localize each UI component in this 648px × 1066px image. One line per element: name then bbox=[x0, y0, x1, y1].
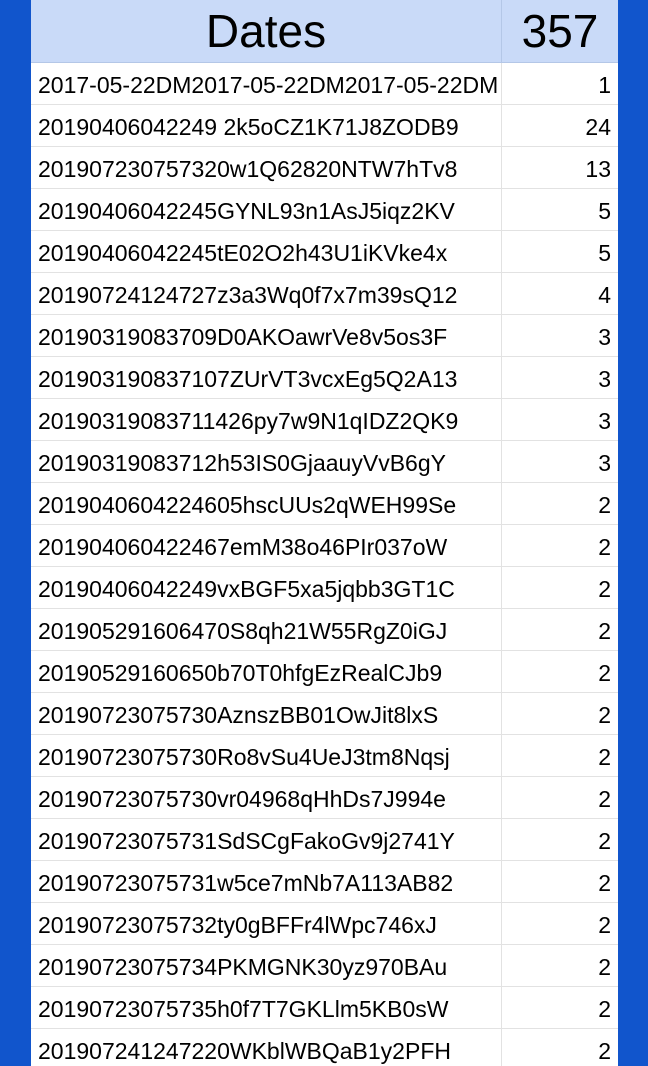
table-row: 20190319083712h53IS0GjaauyVvB6gY 3 bbox=[31, 441, 618, 483]
table-row: 2019040604224605hscUUs2qWEH99Se 2 bbox=[31, 483, 618, 525]
cell-date-key[interactable]: 20190723075735h0f7T7GKLlm5KB0sW bbox=[31, 987, 502, 1028]
cell-date-key[interactable]: 20190319083711426py7w9N1qIDZ2QK9 bbox=[31, 399, 502, 440]
cell-date-key[interactable]: 20190319083712h53IS0GjaauyVvB6gY bbox=[31, 441, 502, 482]
cell-date-key[interactable]: 20190406042249vxBGF5xa5jqbb3GT1C bbox=[31, 567, 502, 608]
cell-count[interactable]: 3 bbox=[502, 441, 618, 482]
cell-date-key[interactable]: 20190406042245GYNL93n1AsJ5iqz2KV bbox=[31, 189, 502, 230]
cell-count[interactable]: 4 bbox=[502, 273, 618, 314]
header-row: Dates 357 bbox=[31, 0, 618, 63]
cell-date-key[interactable]: 201905291606470S8qh21W55RgZ0iGJ bbox=[31, 609, 502, 650]
cell-date-key[interactable]: 20190723075734PKMGNK30yz970BAu bbox=[31, 945, 502, 986]
table-row: 20190723075731SdSCgFakoGv9j2741Y 2 bbox=[31, 819, 618, 861]
table-row: 20190529160650b70T0hfgEzRealCJb9 2 bbox=[31, 651, 618, 693]
table-row: 20190319083709D0AKOawrVe8v5os3F 3 bbox=[31, 315, 618, 357]
cell-date-key[interactable]: 20190723075731SdSCgFakoGv9j2741Y bbox=[31, 819, 502, 860]
cell-date-key[interactable]: 20190723075730AznszBB01OwJit8lxS bbox=[31, 693, 502, 734]
cell-date-key[interactable]: 20190723075731w5ce7mNb7A113AB82 bbox=[31, 861, 502, 902]
cell-date-key[interactable]: 20190406042249 2k5oCZ1K71J8ZODB9 bbox=[31, 105, 502, 146]
cell-date-key[interactable]: 201907230757320w1Q62820NTW7hTv8 bbox=[31, 147, 502, 188]
data-rows: 2017-05-22DM2017-05-22DM2017-05-22DM 1 201… bbox=[31, 63, 618, 1066]
table-row: 201903190837107ZUrVT3vcxEg5Q2A13 3 bbox=[31, 357, 618, 399]
header-cell-count[interactable]: 357 bbox=[502, 0, 618, 63]
cell-count[interactable]: 2 bbox=[502, 609, 618, 650]
cell-count[interactable]: 24 bbox=[502, 105, 618, 146]
cell-date-key[interactable]: 20190723075730vr04968qHhDs7J994e bbox=[31, 777, 502, 818]
cell-count[interactable]: 2 bbox=[502, 735, 618, 776]
cell-date-key[interactable]: 201903190837107ZUrVT3vcxEg5Q2A13 bbox=[31, 357, 502, 398]
cell-count[interactable]: 3 bbox=[502, 357, 618, 398]
table-row: 201905291606470S8qh21W55RgZ0iGJ 2 bbox=[31, 609, 618, 651]
cell-count[interactable]: 5 bbox=[502, 231, 618, 272]
cell-count[interactable]: 2 bbox=[502, 483, 618, 524]
cell-date-key[interactable]: 20190529160650b70T0hfgEzRealCJb9 bbox=[31, 651, 502, 692]
cell-count[interactable]: 13 bbox=[502, 147, 618, 188]
cell-count[interactable]: 2 bbox=[502, 777, 618, 818]
table-row: 2017-05-22DM2017-05-22DM2017-05-22DM 1 bbox=[31, 63, 618, 105]
cell-count[interactable]: 3 bbox=[502, 399, 618, 440]
table-row: 20190319083711426py7w9N1qIDZ2QK9 3 bbox=[31, 399, 618, 441]
cell-count[interactable]: 2 bbox=[502, 987, 618, 1028]
table-row: 20190723075731w5ce7mNb7A113AB82 2 bbox=[31, 861, 618, 903]
table-row: 20190406042245tE02O2h43U1iKVke4x 5 bbox=[31, 231, 618, 273]
cell-date-key[interactable]: 20190723075730Ro8vSu4UeJ3tm8Nqsj bbox=[31, 735, 502, 776]
cell-count[interactable]: 5 bbox=[502, 189, 618, 230]
cell-count[interactable]: 2 bbox=[502, 861, 618, 902]
cell-date-key[interactable]: 20190319083709D0AKOawrVe8v5os3F bbox=[31, 315, 502, 356]
cell-count[interactable]: 2 bbox=[502, 819, 618, 860]
table-row: 20190723075732ty0gBFFr4lWpc746xJ 2 bbox=[31, 903, 618, 945]
cell-count[interactable]: 2 bbox=[502, 945, 618, 986]
table-row: 201904060422467emM38o46PIr037oW 2 bbox=[31, 525, 618, 567]
cell-count[interactable]: 2 bbox=[502, 693, 618, 734]
cell-count[interactable]: 2 bbox=[502, 567, 618, 608]
cell-date-key[interactable]: 2019040604224605hscUUs2qWEH99Se bbox=[31, 483, 502, 524]
cell-date-key[interactable]: 2017-05-22DM2017-05-22DM2017-05-22DM bbox=[31, 63, 502, 104]
table-row: 20190724124727z3a3Wq0f7x7m39sQ12 4 bbox=[31, 273, 618, 315]
cell-date-key[interactable]: 20190724124727z3a3Wq0f7x7m39sQ12 bbox=[31, 273, 502, 314]
table-row: 201907230757320w1Q62820NTW7hTv8 13 bbox=[31, 147, 618, 189]
table-row: 20190406042249 2k5oCZ1K71J8ZODB9 24 bbox=[31, 105, 618, 147]
table-row: 20190723075730AznszBB01OwJit8lxS 2 bbox=[31, 693, 618, 735]
cell-count[interactable]: 2 bbox=[502, 1029, 618, 1066]
cell-date-key[interactable]: 20190723075732ty0gBFFr4lWpc746xJ bbox=[31, 903, 502, 944]
table-row: 20190406042249vxBGF5xa5jqbb3GT1C 2 bbox=[31, 567, 618, 609]
cell-count[interactable]: 1 bbox=[502, 63, 618, 104]
header-cell-dates[interactable]: Dates bbox=[31, 0, 502, 63]
table-row: 20190406042245GYNL93n1AsJ5iqz2KV 5 bbox=[31, 189, 618, 231]
cell-count[interactable]: 3 bbox=[502, 315, 618, 356]
table-row: 20190723075735h0f7T7GKLlm5KB0sW 2 bbox=[31, 987, 618, 1029]
table-row: 20190723075734PKMGNK30yz970BAu 2 bbox=[31, 945, 618, 987]
cell-count[interactable]: 2 bbox=[502, 525, 618, 566]
table-row: 20190723075730Ro8vSu4UeJ3tm8Nqsj 2 bbox=[31, 735, 618, 777]
table-row: 201907241247220WKblWBQaB1y2PFH 2 bbox=[31, 1029, 618, 1066]
cell-date-key[interactable]: 201907241247220WKblWBQaB1y2PFH bbox=[31, 1029, 502, 1066]
cell-date-key[interactable]: 20190406042245tE02O2h43U1iKVke4x bbox=[31, 231, 502, 272]
spreadsheet-grid: Dates 357 2017-05-22DM2017-05-22DM2017-0… bbox=[31, 0, 618, 1066]
cell-count[interactable]: 2 bbox=[502, 903, 618, 944]
cell-count[interactable]: 2 bbox=[502, 651, 618, 692]
table-row: 20190723075730vr04968qHhDs7J994e 2 bbox=[31, 777, 618, 819]
cell-date-key[interactable]: 201904060422467emM38o46PIr037oW bbox=[31, 525, 502, 566]
